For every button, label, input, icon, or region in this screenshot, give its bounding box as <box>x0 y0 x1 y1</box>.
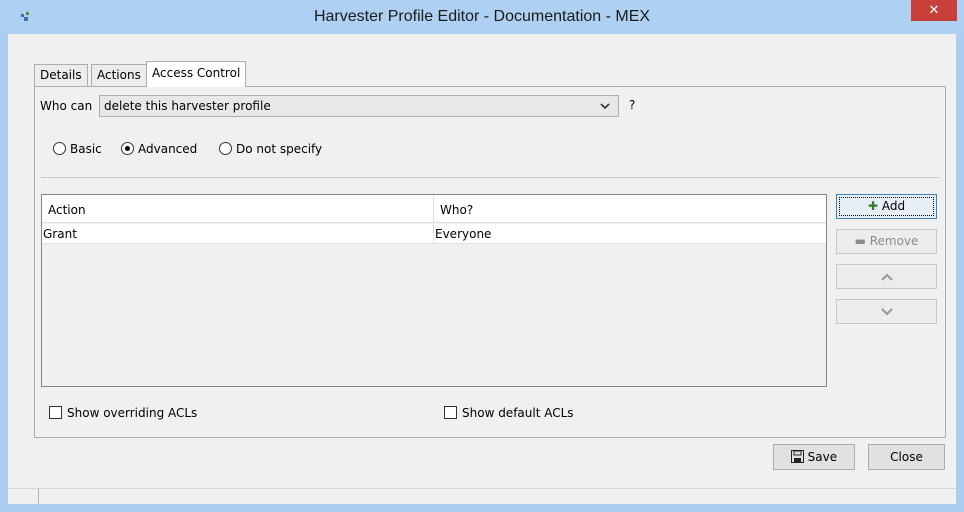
minus-icon: ▬ <box>854 234 866 248</box>
add-button[interactable]: ✚ Add <box>836 194 937 219</box>
table-row[interactable]: Grant Everyone <box>42 224 826 244</box>
radio-advanced-label: Advanced <box>138 142 198 156</box>
who-can-value: delete this harvester profile <box>104 99 271 113</box>
remove-button-label: Remove <box>869 234 919 248</box>
who-can-label: Who can <box>40 99 93 113</box>
column-header-action[interactable]: Action <box>42 195 434 223</box>
radio-do-not-specify-label: Do not specify <box>236 142 323 156</box>
show-overriding-acls-label: Show overriding ACLs <box>67 406 198 420</box>
radio-basic-label: Basic <box>70 142 102 156</box>
help-mark[interactable]: ? <box>629 98 635 112</box>
table-header: Action Who? <box>42 195 826 223</box>
cell-action: Grant <box>42 224 434 244</box>
radio-circle <box>53 142 66 155</box>
save-button[interactable]: Save <box>773 444 855 470</box>
save-button-label: Save <box>807 450 838 464</box>
who-can-dropdown[interactable]: delete this harvester profile <box>99 95 619 117</box>
divider <box>41 177 939 178</box>
tab-actions[interactable]: Actions <box>91 64 147 86</box>
tab-details[interactable]: Details <box>34 64 88 86</box>
remove-button[interactable]: ▬ Remove <box>836 229 937 254</box>
close-window-button[interactable]: ✕ <box>911 0 957 21</box>
acl-table[interactable]: Action Who? Grant Everyone <box>41 194 827 387</box>
status-bar <box>8 488 956 505</box>
show-overriding-acls-checkbox[interactable]: Show overriding ACLs <box>49 405 197 421</box>
chevron-up-icon <box>880 272 893 281</box>
plus-icon: ✚ <box>867 199 878 213</box>
add-button-label: Add <box>881 199 906 213</box>
status-divider <box>38 489 39 505</box>
checkbox-box <box>49 406 62 419</box>
checkbox-box <box>444 406 457 419</box>
show-default-acls-checkbox[interactable]: Show default ACLs <box>444 405 574 421</box>
show-default-acls-label: Show default ACLs <box>462 406 574 420</box>
application-window: Harvester Profile Editor - Documentation… <box>0 0 964 512</box>
chevron-down-icon <box>880 307 893 316</box>
window-title: Harvester Profile Editor - Documentation… <box>313 8 651 25</box>
column-header-who[interactable]: Who? <box>434 195 826 223</box>
cell-who: Everyone <box>435 227 492 241</box>
title-bar[interactable]: Harvester Profile Editor - Documentation… <box>0 0 964 34</box>
tab-access-control[interactable]: Access Control <box>146 61 247 87</box>
close-button[interactable]: Close <box>868 444 945 470</box>
radio-do-not-specify[interactable]: Do not specify <box>219 141 322 157</box>
save-disk-icon <box>790 450 808 464</box>
radio-basic[interactable]: Basic <box>53 141 102 157</box>
radio-advanced[interactable]: Advanced <box>121 141 197 157</box>
radio-circle <box>219 142 232 155</box>
dialog-body: Details Actions Access Control Who can d… <box>8 34 956 504</box>
access-control-panel: Who can delete this harvester profile ? … <box>34 86 946 438</box>
chevron-down-icon <box>600 96 610 123</box>
radio-circle-selected <box>121 142 134 155</box>
move-down-button[interactable] <box>836 299 937 324</box>
move-up-button[interactable] <box>836 264 937 289</box>
